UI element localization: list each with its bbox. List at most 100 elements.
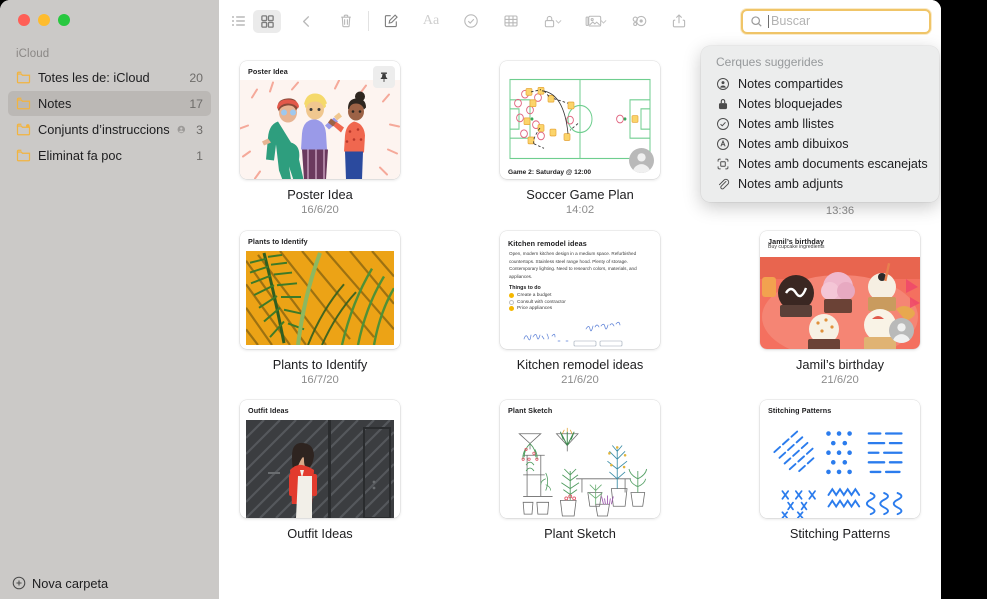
note-card[interactable]: Kitchen remodel ideas Open, modern kitch…	[500, 231, 660, 386]
suggestion-shared-notes[interactable]: Notes compartides	[701, 74, 939, 94]
pin-icon[interactable]	[373, 66, 395, 88]
note-thumbnail[interactable]: Stitching Patterns	[760, 400, 920, 518]
note-card[interactable]: Outfit Ideas Outfit Ideas	[240, 400, 400, 543]
suggestion-label: Notes amb adjunts	[738, 176, 844, 191]
note-date: 13:36	[825, 205, 855, 217]
note-thumbnail[interactable]: Kitchen remodel ideas Open, modern kitch…	[500, 231, 660, 349]
note-thumbnail[interactable]: Plants to Identify	[240, 231, 400, 349]
checkbox-checked-icon	[509, 293, 514, 299]
thumb-body-text: Open, modern kitchen design in a medium …	[509, 251, 637, 279]
suggestions-header: Cerques suggerides	[716, 54, 824, 69]
todo-label: Create a budget	[517, 293, 552, 299]
trash-icon[interactable]	[331, 9, 361, 33]
folder-badge-icon	[16, 123, 31, 136]
note-card[interactable]: Poster Idea Poster Idea 16/6/20	[240, 61, 400, 217]
plus-circle-icon	[12, 576, 26, 590]
note-card[interactable]: Plants to Identify Plants to Identify 16…	[240, 231, 400, 386]
drawing-circle-icon	[717, 137, 729, 150]
chevron-down-icon	[600, 19, 607, 24]
suggestion-notes-with-attachments[interactable]: Notes amb adjunts	[701, 174, 939, 194]
lock-icon[interactable]	[536, 9, 569, 33]
search-icon	[751, 15, 762, 27]
note-title: Plant Sketch	[544, 526, 616, 541]
note-thumbnail[interactable]: Outfit Ideas	[240, 400, 400, 518]
suggestion-label: Notes amb documents escanejats	[738, 156, 928, 171]
grid-view-icon[interactable]	[253, 9, 281, 33]
lock-filled-icon	[718, 98, 728, 109]
desktop-background	[941, 0, 987, 599]
suggestion-label: Notes bloquejades	[738, 96, 843, 111]
chevron-down-icon	[555, 19, 562, 24]
text-caret	[768, 14, 769, 28]
note-title: Jamil’s birthday	[796, 357, 884, 372]
compose-icon[interactable]	[376, 9, 406, 33]
sidebar-item-instruction-sets[interactable]: Conjunts d’instruccions 3	[8, 117, 211, 142]
thumb-caption: Game 2: Saturday @ 12:00	[508, 169, 592, 176]
note-date: 14:02	[565, 204, 595, 216]
collaborate-icon[interactable]	[624, 9, 654, 33]
minimize-button[interactable]	[38, 14, 50, 26]
note-title: Stitching Patterns	[789, 526, 891, 541]
handwriting-sketch	[523, 321, 623, 347]
folder-icon	[16, 71, 31, 84]
sidebar-item-count: 3	[196, 122, 203, 137]
table-icon[interactable]	[496, 9, 526, 33]
new-folder-button[interactable]: Nova carpeta	[0, 567, 219, 599]
note-date: 16/6/20	[301, 204, 339, 216]
paperclip-icon	[718, 178, 730, 189]
media-icon[interactable]	[579, 9, 614, 33]
checklist-icon[interactable]	[456, 9, 486, 33]
avatar	[629, 148, 654, 173]
thumb-todo-item: Create a budget	[500, 293, 660, 299]
close-button[interactable]	[18, 14, 30, 26]
sidebar: iCloud Totes les de: iCloud 20 Notes 17	[0, 0, 219, 599]
note-thumbnail[interactable]: Game 2: Saturday @ 12:00	[500, 61, 660, 179]
shared-person-icon	[177, 125, 185, 134]
note-title: Outfit Ideas	[287, 526, 353, 541]
window-controls	[0, 0, 219, 42]
note-card[interactable]: Stitching Patterns Stitching Patterns	[760, 400, 920, 543]
avatar	[889, 318, 914, 343]
note-preview-image	[508, 75, 652, 163]
sidebar-item-count: 1	[196, 148, 203, 163]
search-suggestions-popover: Cerques suggerides Notes compartides Not…	[701, 45, 939, 202]
note-preview-image	[500, 420, 660, 518]
thumb-title: Plant Sketch	[508, 406, 553, 415]
zoom-button[interactable]	[58, 14, 70, 26]
sidebar-item-all-icloud[interactable]: Totes les de: iCloud 20	[8, 65, 211, 90]
thumb-todo-heading: Things to do	[509, 285, 541, 292]
sidebar-item-label: Conjunts d’instruccions	[38, 122, 170, 137]
folder-icon	[16, 97, 31, 110]
toolbar-divider	[368, 11, 369, 31]
suggestion-scanned-documents[interactable]: Notes amb documents escanejats	[701, 154, 939, 174]
suggestion-label: Notes compartides	[738, 76, 843, 91]
suggestion-notes-with-drawings[interactable]: Notes amb dibuixos	[701, 134, 939, 154]
note-title: Soccer Game Plan	[526, 187, 634, 202]
note-preview-image	[240, 80, 400, 179]
list-view-icon[interactable]	[225, 10, 253, 33]
note-thumbnail[interactable]: Poster Idea	[240, 61, 400, 179]
todo-label: Consult with contractor	[517, 299, 566, 305]
note-title: Plants to Identify	[272, 357, 368, 372]
suggestion-notes-with-lists[interactable]: Notes amb llistes	[701, 114, 939, 134]
notes-window: iCloud Totes les de: iCloud 20 Notes 17	[0, 0, 941, 599]
thumb-title: Stitching Patterns	[768, 406, 832, 415]
suggestion-locked-notes[interactable]: Notes bloquejades	[701, 94, 939, 114]
note-card[interactable]: Game 2: Saturday @ 12:00 Soccer Game Pla…	[500, 61, 660, 217]
sidebar-item-notes[interactable]: Notes 17	[8, 91, 211, 116]
back-chevron-icon[interactable]	[291, 9, 321, 33]
share-icon[interactable]	[664, 9, 694, 33]
todo-label: Price appliances	[517, 306, 553, 312]
note-thumbnail[interactable]: Jamil’s birthday Buy cupcake ingredients	[760, 231, 920, 349]
note-card[interactable]: Plant Sketch Plant Sketch	[500, 400, 660, 543]
sidebar-item-label: Notes	[38, 96, 72, 111]
format-text-icon[interactable]: Aa	[416, 9, 446, 33]
note-thumbnail[interactable]: Plant Sketch	[500, 400, 660, 518]
sidebar-item-recently-deleted[interactable]: Eliminat fa poc 1	[8, 143, 211, 168]
search-input[interactable]: Buscar	[741, 8, 931, 34]
scan-document-icon	[717, 158, 729, 169]
note-card[interactable]: Jamil’s birthday Buy cupcake ingredients	[760, 231, 920, 386]
note-preview-image	[246, 420, 394, 518]
note-preview-image	[760, 422, 920, 518]
main-area: Aa Buscar Cerques suggerides Notes compa…	[219, 0, 941, 599]
